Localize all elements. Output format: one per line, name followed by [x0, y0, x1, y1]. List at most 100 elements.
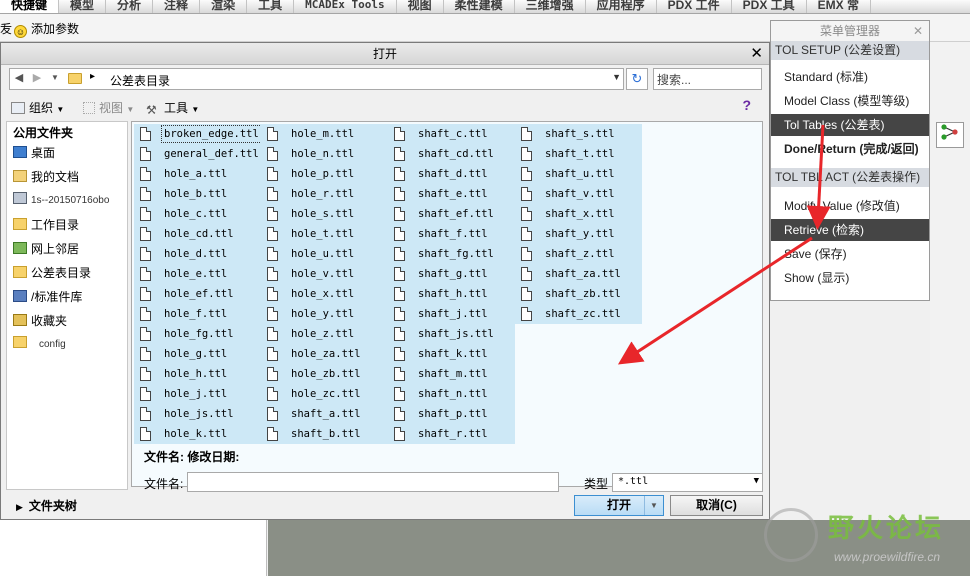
file-item[interactable]: shaft_za.ttl [515, 264, 642, 284]
folder-tree-toggle[interactable]: ▶ 文件夹树 [6, 489, 128, 516]
file-item[interactable]: hole_zc.ttl [261, 384, 388, 404]
folder-item-my-documents[interactable]: 我的文档 [13, 168, 79, 185]
file-item[interactable]: shaft_zb.ttl [515, 284, 642, 304]
file-item[interactable]: hole_cd.ttl [134, 224, 261, 244]
file-item[interactable]: hole_b.ttl [134, 184, 261, 204]
file-item[interactable]: shaft_j.ttl [388, 304, 515, 324]
refresh-button[interactable]: ↻ [626, 68, 648, 90]
menu-item-save[interactable]: Save (保存) [771, 243, 929, 265]
filename-input[interactable] [187, 472, 559, 492]
ribbon-tab[interactable]: 柔性建模 [444, 0, 515, 13]
file-item[interactable]: shaft_k.ttl [388, 344, 515, 364]
file-list[interactable]: broken_edge.ttl general_def.ttl hole_a.ttl… [131, 121, 763, 487]
open-split-dropdown-icon[interactable]: ▼ [644, 496, 663, 515]
menu-item-retrieve[interactable]: Retrieve (检索) [771, 219, 929, 241]
file-item[interactable]: shaft_js.ttl [388, 324, 515, 344]
file-item[interactable]: shaft_n.ttl [388, 384, 515, 404]
back-arrow-icon[interactable]: ◀ [12, 71, 26, 85]
view-menu[interactable]: 视图 ▼ [83, 99, 134, 116]
ribbon-tab[interactable]: 工具 [247, 0, 295, 13]
folder-item-desktop[interactable]: 桌面 [13, 144, 55, 161]
file-item[interactable]: shaft_u.ttl [515, 164, 642, 184]
file-item[interactable]: hole_t.ttl [261, 224, 388, 244]
file-item[interactable]: shaft_t.ttl [515, 144, 642, 164]
menu-manager-close-icon[interactable]: ✕ [913, 21, 923, 41]
file-item[interactable]: hole_za.ttl [261, 344, 388, 364]
folder-item-standard-parts-library[interactable]: /标准件库 [13, 288, 82, 305]
file-item[interactable]: shaft_s.ttl [515, 124, 642, 144]
ribbon-tab[interactable]: 三维增强 [515, 0, 586, 13]
history-dropdown-icon[interactable]: ▼ [48, 71, 62, 85]
address-dropdown-icon[interactable]: ▼ [612, 72, 621, 82]
file-item[interactable]: shaft_r.ttl [388, 424, 515, 444]
file-item[interactable]: hole_m.ttl [261, 124, 388, 144]
menu-item-show[interactable]: Show (显示) [771, 267, 929, 289]
ribbon-tab[interactable]: 应用程序 [586, 0, 657, 13]
help-icon[interactable]: ? [742, 97, 751, 113]
file-item[interactable]: hole_js.ttl [134, 404, 261, 424]
file-item[interactable]: shaft_y.ttl [515, 224, 642, 244]
ribbon-tab[interactable]: PDX 工具 [732, 0, 807, 13]
file-item[interactable]: shaft_d.ttl [388, 164, 515, 184]
ribbon-tab[interactable]: 视图 [397, 0, 444, 13]
file-item[interactable]: shaft_g.ttl [388, 264, 515, 284]
cancel-button[interactable]: 取消(C) [670, 495, 763, 516]
file-item[interactable]: hole_j.ttl [134, 384, 261, 404]
file-item[interactable]: shaft_cd.ttl [388, 144, 515, 164]
menu-item-done-return[interactable]: Done/Return (完成/返回) [771, 138, 929, 160]
file-item[interactable]: hole_g.ttl [134, 344, 261, 364]
file-item[interactable]: hole_a.ttl [134, 164, 261, 184]
file-item[interactable]: hole_v.ttl [261, 264, 388, 284]
folder-item-tolerance-table-dir[interactable]: 公差表目录 [13, 264, 91, 281]
open-button[interactable]: 打开 ▼ [574, 495, 664, 516]
file-item[interactable]: hole_h.ttl [134, 364, 261, 384]
file-item[interactable]: hole_u.ttl [261, 244, 388, 264]
dialog-close-icon[interactable]: ✕ [750, 43, 763, 64]
add-parameter-button[interactable]: ☺ 添加参数 [14, 20, 79, 38]
file-item[interactable]: hole_e.ttl [134, 264, 261, 284]
file-item[interactable]: hole_d.ttl [134, 244, 261, 264]
file-item[interactable]: shaft_ef.ttl [388, 204, 515, 224]
file-item[interactable]: broken_edge.ttl [134, 124, 262, 144]
file-item[interactable]: shaft_f.ttl [388, 224, 515, 244]
organize-menu[interactable]: 组织 ▼ [11, 99, 64, 116]
file-item[interactable]: hole_y.ttl [261, 304, 388, 324]
file-item[interactable]: hole_r.ttl [261, 184, 388, 204]
file-item[interactable]: hole_x.ttl [261, 284, 388, 304]
folder-item-network-places[interactable]: 网上邻居 [13, 240, 79, 257]
file-item[interactable]: shaft_fg.ttl [388, 244, 515, 264]
folder-item-config[interactable]: config [13, 336, 66, 350]
menu-item-model-class[interactable]: Model Class (模型等级) [771, 90, 929, 112]
ribbon-tab[interactable]: EMX 常 [807, 0, 872, 13]
file-item[interactable]: hole_ef.ttl [134, 284, 261, 304]
file-item[interactable]: shaft_b.ttl [261, 424, 388, 444]
file-item[interactable]: hole_n.ttl [261, 144, 388, 164]
network-icon-button[interactable] [936, 122, 964, 148]
file-item[interactable]: shaft_v.ttl [515, 184, 642, 204]
ribbon-tab[interactable]: 模型 [59, 0, 107, 13]
file-item[interactable]: general_def.ttl [134, 144, 261, 164]
tools-menu[interactable]: ⚒ 工具 ▼ [146, 99, 199, 116]
file-item[interactable]: shaft_x.ttl [515, 204, 642, 224]
file-item[interactable]: shaft_c.ttl [388, 124, 515, 144]
folder-item-computer[interactable]: 1s--20150716obo [13, 192, 109, 206]
file-item[interactable]: hole_f.ttl [134, 304, 261, 324]
file-item[interactable]: hole_p.ttl [261, 164, 388, 184]
file-item[interactable]: hole_c.ttl [134, 204, 261, 224]
file-item[interactable]: shaft_z.ttl [515, 244, 642, 264]
file-item[interactable]: shaft_m.ttl [388, 364, 515, 384]
ribbon-tab[interactable]: PDX 工件 [657, 0, 732, 13]
file-item[interactable]: hole_s.ttl [261, 204, 388, 224]
type-select[interactable]: *.ttl ▼ [612, 473, 763, 492]
menu-item-modify-value[interactable]: Modify Value (修改值) [771, 195, 929, 217]
search-input[interactable]: 搜索... [653, 68, 762, 90]
file-item[interactable]: shaft_h.ttl [388, 284, 515, 304]
file-item[interactable]: shaft_a.ttl [261, 404, 388, 424]
file-item[interactable]: shaft_p.ttl [388, 404, 515, 424]
folder-item-favorites[interactable]: 收藏夹 [13, 312, 67, 329]
menu-item-standard[interactable]: Standard (标准) [771, 66, 929, 88]
file-item[interactable]: shaft_e.ttl [388, 184, 515, 204]
ribbon-tab[interactable]: 快捷键 [0, 0, 60, 13]
menu-item-tol-tables[interactable]: Tol Tables (公差表) [771, 114, 929, 136]
file-item[interactable]: shaft_zc.ttl [515, 304, 642, 324]
